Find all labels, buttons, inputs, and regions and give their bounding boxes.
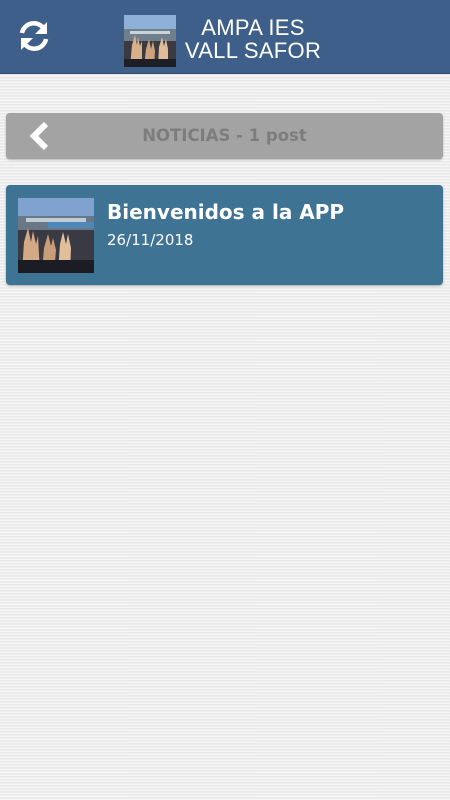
post-date: 26/11/2018 bbox=[107, 231, 194, 249]
app-title-line1: AMPA IES bbox=[201, 15, 305, 40]
post-thumbnail bbox=[18, 198, 94, 273]
post-title: Bienvenidos a la APP bbox=[107, 200, 345, 224]
back-button[interactable] bbox=[24, 121, 56, 151]
app-title: AMPA IES VALL SAFOR bbox=[178, 16, 328, 62]
app-title-line2: VALL SAFOR bbox=[184, 38, 322, 63]
section-title: NOTICIAS - 1 post bbox=[142, 126, 307, 145]
app-header: AMPA IES VALL SAFOR bbox=[0, 0, 450, 74]
refresh-button[interactable] bbox=[12, 14, 56, 58]
chevron-left-icon bbox=[29, 121, 49, 151]
section-bar: NOTICIAS - 1 post bbox=[6, 113, 443, 159]
post-card[interactable]: Bienvenidos a la APP 26/11/2018 bbox=[6, 185, 443, 285]
app-logo bbox=[124, 15, 176, 67]
refresh-icon bbox=[19, 21, 49, 51]
